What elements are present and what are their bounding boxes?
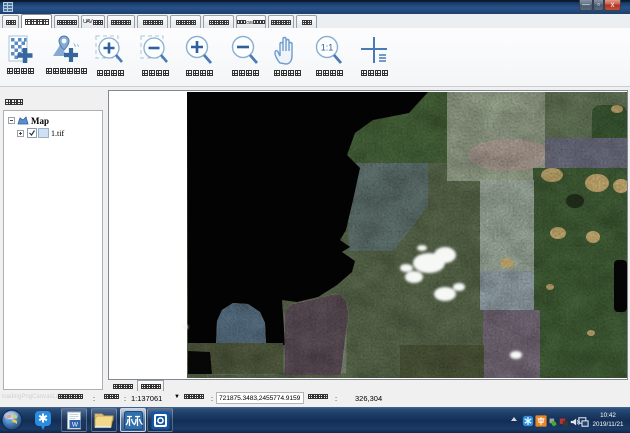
svg-text:1:1: 1:1 [321, 43, 334, 53]
svg-text:W: W [72, 421, 79, 428]
